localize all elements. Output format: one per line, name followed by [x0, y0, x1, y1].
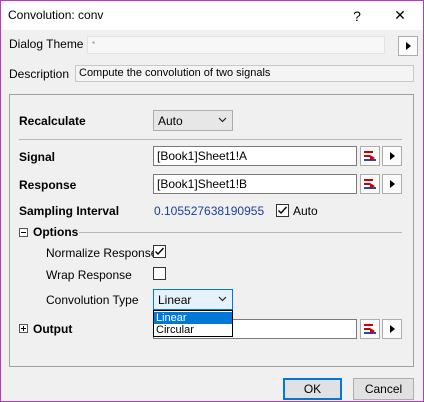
convolution-type-value: Linear — [158, 293, 192, 307]
select-range-icon — [364, 151, 376, 161]
description-text: Compute the convolution of two signals — [79, 67, 271, 79]
normalize-response-label: Normalize Response — [46, 246, 158, 260]
window-title: Convolution: conv — [8, 8, 104, 22]
response-value: [Book1]Sheet1!B — [157, 177, 248, 191]
title-bar: Convolution: conv ? ✕ — [1, 1, 423, 30]
play-arrow-icon — [405, 42, 411, 50]
ok-button[interactable]: OK — [283, 378, 342, 400]
play-arrow-icon — [389, 180, 395, 188]
recalculate-label: Recalculate — [19, 114, 86, 128]
output-menu-button[interactable] — [382, 319, 402, 339]
description-field: Compute the convolution of two signals — [75, 65, 414, 82]
description-label: Description — [9, 67, 70, 81]
response-label: Response — [19, 178, 77, 192]
options-collapse-toggle[interactable] — [19, 228, 28, 237]
response-menu-button[interactable] — [382, 174, 402, 194]
dialog-theme-value: * — [92, 40, 96, 49]
close-button[interactable]: ✕ — [378, 1, 422, 30]
normalize-response-checkbox[interactable] — [153, 245, 166, 258]
wrap-response-checkbox[interactable] — [153, 267, 166, 280]
checkmark-icon — [278, 206, 288, 215]
help-icon: ? — [353, 7, 361, 24]
response-input[interactable]: [Book1]Sheet1!B — [153, 174, 357, 194]
dropdown-option-circular[interactable]: Circular — [154, 324, 232, 336]
dropdown-option-linear[interactable]: Linear — [154, 312, 232, 324]
close-icon: ✕ — [394, 7, 406, 23]
output-select-range-button[interactable] — [360, 319, 380, 339]
convolution-type-label: Convolution Type — [46, 293, 139, 307]
sampling-auto-label: Auto — [293, 204, 318, 218]
output-expand-toggle[interactable] — [19, 324, 28, 333]
options-section-title: Options — [33, 225, 79, 239]
play-arrow-icon — [389, 325, 395, 333]
chevron-down-icon — [218, 117, 227, 123]
chevron-down-icon — [218, 296, 227, 302]
output-section-title: Output — [33, 322, 73, 336]
signal-value: [Book1]Sheet1!A — [157, 149, 248, 163]
dialog-theme-label: Dialog Theme — [9, 37, 84, 51]
section-divider — [19, 139, 402, 140]
recalculate-select[interactable]: Auto — [153, 110, 233, 131]
signal-menu-button[interactable] — [382, 146, 402, 166]
select-range-icon — [364, 179, 376, 189]
wrap-response-label: Wrap Response — [46, 268, 132, 282]
dialog-theme-field[interactable]: * — [87, 36, 385, 54]
signal-input[interactable]: [Book1]Sheet1!A — [153, 146, 357, 166]
convolution-type-select[interactable]: Linear — [153, 289, 233, 310]
sampling-auto-checkbox[interactable] — [276, 204, 289, 217]
recalculate-value: Auto — [158, 114, 183, 128]
signal-select-range-button[interactable] — [360, 146, 380, 166]
sampling-interval-value: 0.105527638190955 — [154, 204, 265, 218]
theme-menu-button[interactable] — [398, 36, 418, 56]
options-divider — [79, 232, 402, 233]
cancel-button[interactable]: Cancel — [353, 378, 414, 400]
dialog-window: Convolution: conv ? ✕ Dialog Theme * Des… — [0, 0, 424, 402]
select-range-icon — [364, 324, 376, 334]
play-arrow-icon — [389, 152, 395, 160]
response-select-range-button[interactable] — [360, 174, 380, 194]
signal-label: Signal — [19, 150, 56, 164]
help-button[interactable]: ? — [335, 1, 379, 30]
convolution-type-dropdown: Linear Circular — [153, 310, 233, 337]
sampling-interval-label: Sampling Interval — [19, 204, 120, 218]
checkmark-icon — [155, 247, 165, 256]
